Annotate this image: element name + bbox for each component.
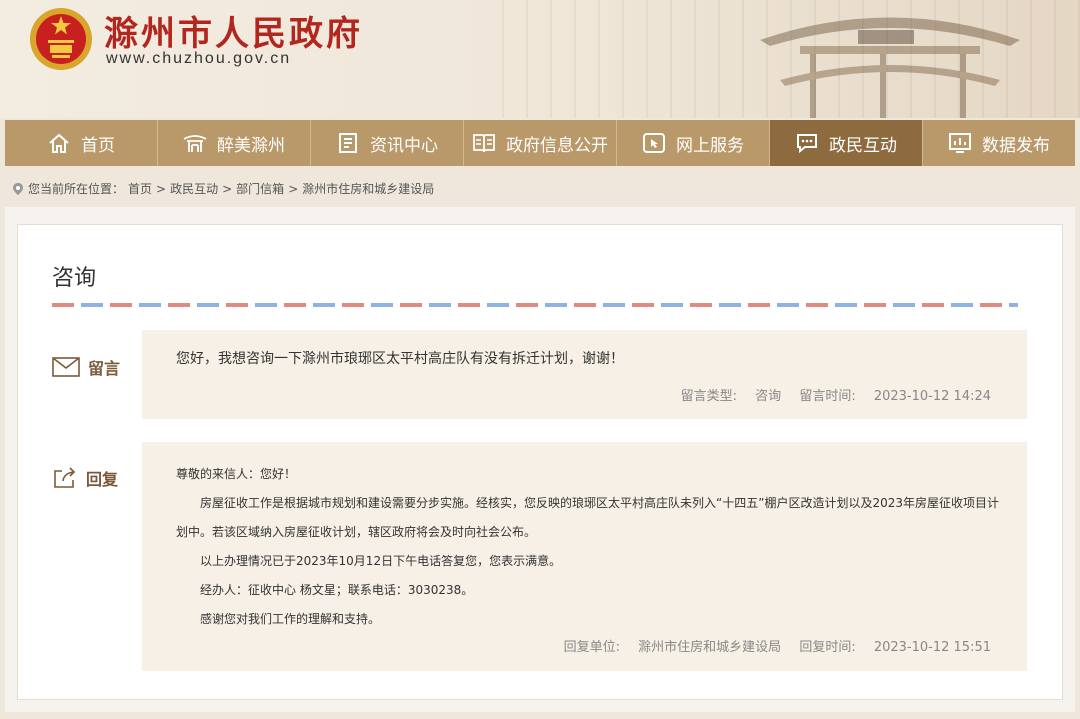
airmail-divider [52, 303, 1018, 307]
chat-icon [797, 134, 817, 154]
message-label: 留言 [88, 359, 121, 378]
site-header: 滁州市人民政府 www.chuzhou.gov.cn [0, 0, 1080, 118]
nav-item-gov-info[interactable]: 政府信息公开 [464, 120, 617, 166]
page-title: 咨询 [52, 266, 97, 291]
breadcrumb-item-mailbox[interactable]: 部门信箱 [236, 180, 284, 197]
document-icon [339, 133, 357, 153]
breadcrumb-separator: > [222, 181, 233, 196]
reply-section-label: 回复 [52, 466, 118, 490]
message-text: 您好，我想咨询一下滁州市琅琊区太平村高庄队有没有拆迁计划，谢谢！ [176, 351, 624, 367]
envelope-icon [52, 357, 80, 377]
pavilion-illustration [760, 17, 1020, 118]
nav-item-home[interactable]: 首页 [5, 120, 158, 166]
message-type-label: 留言类型: [680, 389, 738, 404]
reply-paragraph: 房屋征收工作是根据城市规划和建设需要分步实施。经核实，您反映的琅琊区太平村高庄队… [176, 496, 999, 539]
breadcrumb-item-department[interactable]: 滁州市住房和城乡建设局 [302, 180, 434, 197]
nav-item-scenery[interactable]: 醉美滁州 [158, 120, 311, 166]
reply-time-label: 回复时间: [799, 640, 856, 655]
location-pin-icon [13, 182, 23, 195]
reply-greeting: 尊敬的来信人：您好！ [176, 467, 297, 481]
national-emblem-icon[interactable] [28, 6, 94, 72]
site-title[interactable]: 滁州市人民政府 [104, 6, 363, 55]
message-section-label: 留言 [52, 355, 120, 379]
nav-label: 资讯中心 [370, 135, 438, 156]
cursor-icon [643, 133, 665, 153]
nav-item-interaction[interactable]: 政民互动 [770, 120, 923, 166]
reply-label: 回复 [86, 470, 119, 489]
reply-paragraph: 经办人：征收中心 杨文星；联系电话：3030238。 [200, 583, 474, 597]
nav-item-data[interactable]: 数据发布 [923, 120, 1075, 166]
reply-unit-label: 回复单位: [563, 640, 621, 655]
breadcrumb-item-home[interactable]: 首页 [128, 180, 152, 197]
message-type-value: 咨询 [755, 389, 782, 404]
main-nav: 首页 醉美滁州 资讯中心 政府信息公开 网上服务 政民互动 数据发布 [5, 120, 1075, 166]
reply-paragraph: 以上办理情况已于2023年10月12日下午电话答复您，您表示满意。 [200, 554, 562, 568]
nav-label: 网上服务 [676, 135, 744, 156]
reply-unit-value: 滁州市住房和城乡建设局 [638, 640, 782, 655]
breadcrumb-prefix: 您当前所在位置： [28, 182, 125, 196]
site-url[interactable]: www.chuzhou.gov.cn [106, 50, 291, 68]
reply-body: 尊敬的来信人：您好！ 房屋征收工作是根据城市规划和建设需要分步实施。经核实，您反… [176, 460, 1006, 634]
message-time-label: 留言时间: [799, 389, 856, 404]
nav-item-online-service[interactable]: 网上服务 [617, 120, 770, 166]
share-reply-icon [54, 467, 76, 488]
pavilion-icon [183, 135, 207, 152]
breadcrumb-separator: > [156, 181, 167, 196]
book-icon [473, 134, 495, 153]
message-block [142, 330, 1027, 419]
nav-label: 数据发布 [982, 135, 1050, 156]
nav-label: 首页 [81, 135, 115, 156]
nav-label: 政民互动 [829, 135, 897, 156]
nav-label: 政府信息公开 [506, 135, 608, 156]
home-icon [49, 133, 69, 153]
reply-time-value: 2023-10-12 15:51 [873, 640, 991, 655]
nav-item-news[interactable]: 资讯中心 [311, 120, 464, 166]
message-meta: 留言类型: 咨询 留言时间: 2023-10-12 14:24 [667, 385, 991, 404]
breadcrumb: 您当前所在位置： 首页 > 政民互动 > 部门信箱 > 滁州市住房和城乡建设局 [12, 180, 434, 197]
nav-label: 醉美滁州 [217, 135, 285, 156]
reply-paragraph: 感谢您对我们工作的理解和支持。 [200, 612, 381, 626]
reply-meta: 回复单位: 滁州市住房和城乡建设局 回复时间: 2023-10-12 15:51 [550, 636, 991, 655]
message-time-value: 2023-10-12 14:24 [873, 389, 991, 404]
breadcrumb-separator: > [288, 181, 299, 196]
breadcrumb-item-interaction[interactable]: 政民互动 [170, 180, 218, 197]
chart-icon [949, 133, 971, 153]
